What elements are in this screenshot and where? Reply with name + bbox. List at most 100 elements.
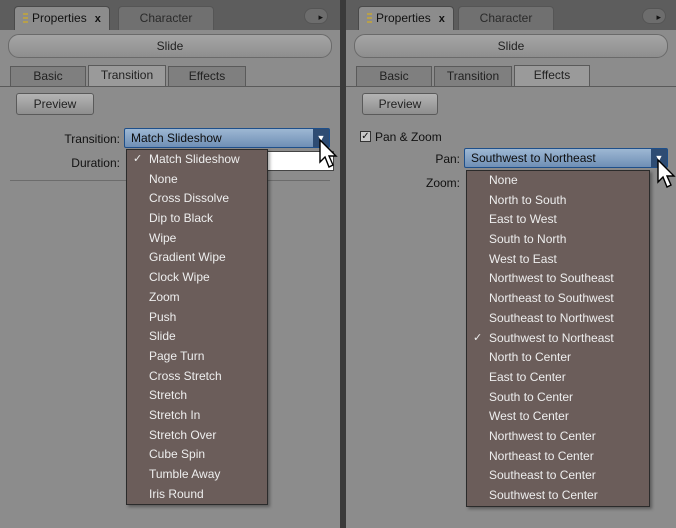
- tab-properties[interactable]: Properties x: [14, 6, 110, 30]
- menu-item[interactable]: None: [467, 171, 649, 191]
- menu-item-label: North to South: [489, 192, 567, 207]
- menu-item[interactable]: Southeast to Northwest: [467, 309, 649, 329]
- mouse-cursor-icon: [657, 158, 676, 188]
- panel-menu-button[interactable]: ▸: [304, 8, 328, 24]
- menu-item[interactable]: South to North: [467, 230, 649, 250]
- menu-item[interactable]: Southeast to Center: [467, 466, 649, 486]
- menu-item[interactable]: Gradient Wipe: [127, 248, 267, 268]
- menu-item[interactable]: ✓ Match Slideshow: [127, 150, 267, 170]
- menu-item[interactable]: Northeast to Center: [467, 447, 649, 467]
- panel-menu-button[interactable]: ▸: [642, 8, 666, 24]
- transition-select-value: Match Slideshow: [131, 131, 222, 145]
- menu-item[interactable]: Northeast to Southwest: [467, 289, 649, 309]
- menu-item-label: Iris Round: [149, 486, 204, 501]
- panel-tab-bar: Properties x Character ▸: [346, 0, 676, 30]
- menu-item[interactable]: East to Center: [467, 368, 649, 388]
- menu-item[interactable]: Page Turn: [127, 347, 267, 367]
- menu-item-label: Zoom: [149, 289, 180, 304]
- menu-item[interactable]: West to Center: [467, 407, 649, 427]
- pan-select[interactable]: Southwest to Northeast ▼: [464, 148, 668, 168]
- menu-item[interactable]: Tumble Away: [127, 465, 267, 485]
- menu-item-label: None: [149, 171, 178, 186]
- menu-item-label: Northeast to Southwest: [489, 291, 614, 306]
- panel-menu-icon: ▸: [656, 12, 661, 22]
- transition-select[interactable]: Match Slideshow ▼: [124, 128, 330, 148]
- slide-header: Slide: [8, 34, 332, 58]
- close-icon[interactable]: x: [439, 13, 445, 25]
- preview-button[interactable]: Preview: [362, 93, 438, 115]
- tab-properties[interactable]: Properties x: [358, 6, 454, 30]
- menu-item-label: South to Center: [489, 389, 574, 404]
- menu-item-label: West to East: [489, 251, 557, 266]
- pan-select-value: Southwest to Northeast: [471, 151, 596, 165]
- menu-item[interactable]: None: [127, 170, 267, 190]
- preview-button[interactable]: Preview: [16, 93, 94, 115]
- grip-icon[interactable]: [367, 12, 372, 25]
- menu-item[interactable]: East to West: [467, 210, 649, 230]
- tab-character-label: Character: [139, 11, 193, 25]
- slide-header: Slide: [354, 34, 668, 58]
- menu-item[interactable]: North to South: [467, 191, 649, 211]
- menu-item[interactable]: Zoom: [127, 288, 267, 308]
- tab-effects[interactable]: Effects: [168, 66, 246, 86]
- transition-dropdown-menu: ✓ Match Slideshow None Cross Dissolve Dip to…: [126, 149, 268, 506]
- menu-item[interactable]: Cross Stretch: [127, 367, 267, 387]
- tab-character[interactable]: Character: [458, 6, 554, 30]
- menu-item[interactable]: North to Center: [467, 348, 649, 368]
- menu-item[interactable]: Push: [127, 308, 267, 328]
- menu-item[interactable]: Stretch Over: [127, 426, 267, 446]
- grip-icon[interactable]: [23, 12, 28, 25]
- pan-zoom-checkbox[interactable]: ✓: [360, 131, 371, 142]
- mouse-cursor-icon: [319, 138, 338, 168]
- menu-item[interactable]: West to East: [467, 250, 649, 270]
- pan-dropdown-menu: None North to South East to West South to N…: [466, 170, 650, 507]
- menu-item-label: Stretch Over: [149, 427, 217, 442]
- menu-item[interactable]: Wipe: [127, 229, 267, 249]
- properties-panel-left: Properties x Character ▸ Slide Basic Tran…: [0, 0, 340, 528]
- duration-label: Duration:: [71, 156, 120, 170]
- menu-item-label: South to North: [489, 232, 567, 247]
- panel-tab-bar: Properties x Character ▸: [0, 0, 340, 30]
- menu-item[interactable]: Iris Round: [127, 485, 267, 505]
- menu-item[interactable]: Southwest to Center: [467, 486, 649, 506]
- menu-item-label: North to Center: [489, 350, 572, 365]
- tab-basic[interactable]: Basic: [356, 66, 432, 86]
- menu-item-label: Dip to Black: [149, 211, 214, 226]
- tab-basic[interactable]: Basic: [10, 66, 86, 86]
- checkmark-icon: ✓: [133, 153, 143, 165]
- menu-item-label: Southwest to Center: [489, 488, 598, 502]
- menu-item-label: Southwest to Northeast: [489, 330, 614, 345]
- menu-item[interactable]: Slide: [127, 327, 267, 347]
- checkmark-icon: ✓: [361, 131, 370, 142]
- menu-item[interactable]: Northwest to Center: [467, 427, 649, 447]
- menu-item[interactable]: Cube Spin: [127, 445, 267, 465]
- menu-item[interactable]: Northwest to Southeast: [467, 269, 649, 289]
- pan-label: Pan:: [435, 152, 460, 166]
- menu-item[interactable]: Stretch In: [127, 406, 267, 426]
- menu-item[interactable]: South to Center: [467, 388, 649, 408]
- menu-item[interactable]: Stretch: [127, 386, 267, 406]
- tab-transition[interactable]: Transition: [88, 65, 166, 86]
- menu-item-label: East to Center: [489, 369, 566, 384]
- close-icon[interactable]: x: [95, 13, 101, 25]
- menu-item-label: Gradient Wipe: [149, 250, 226, 265]
- menu-item-label: Match Slideshow: [149, 152, 240, 166]
- menu-item-label: Cross Dissolve: [149, 191, 230, 206]
- menu-item-label: East to West: [489, 212, 557, 227]
- tab-transition[interactable]: Transition: [434, 66, 512, 86]
- tab-effects[interactable]: Effects: [514, 65, 590, 86]
- menu-item[interactable]: Clock Wipe: [127, 268, 267, 288]
- tab-character-label: Character: [479, 11, 533, 25]
- panel-menu-icon: ▸: [318, 12, 323, 22]
- transition-label: Transition:: [64, 132, 120, 146]
- tab-properties-label: Properties: [32, 11, 87, 25]
- menu-item-label: Northwest to Center: [489, 428, 596, 443]
- menu-item-label: Cross Stretch: [149, 368, 222, 383]
- tab-character[interactable]: Character: [118, 6, 214, 30]
- tab-properties-label: Properties: [376, 11, 431, 25]
- menu-item[interactable]: ✓ Southwest to Northeast: [467, 329, 649, 349]
- menu-item-label: Clock Wipe: [149, 270, 210, 285]
- menu-item-label: Northwest to Southeast: [489, 271, 614, 286]
- menu-item[interactable]: Cross Dissolve: [127, 189, 267, 209]
- menu-item[interactable]: Dip to Black: [127, 209, 267, 229]
